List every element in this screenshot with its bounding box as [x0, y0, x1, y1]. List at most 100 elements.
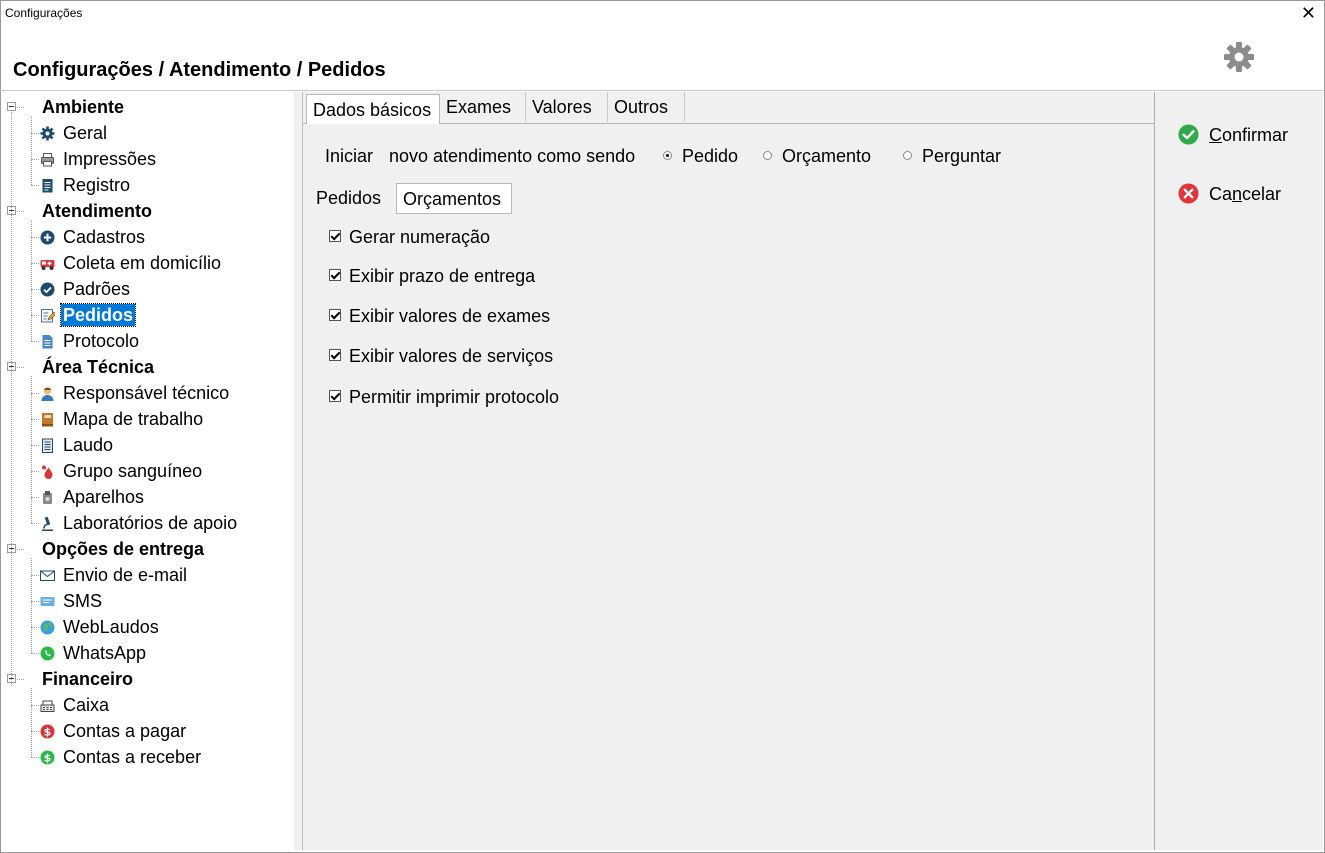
subtab-2[interactable]: Orçamentos [396, 183, 512, 213]
cash-register-icon [40, 700, 55, 712]
close-icon[interactable]: ✕ [1301, 3, 1316, 23]
tab-3[interactable]: Valores [526, 92, 608, 122]
tree-item-label: Contas a pagar [63, 721, 187, 741]
printer-icon [41, 153, 54, 167]
radio-label[interactable]: Perguntar [922, 143, 1001, 169]
tree-connector [31, 116, 32, 185]
tab-label: Valores [532, 97, 592, 117]
tree-connector [17, 367, 24, 368]
dollar-red-icon: $ [40, 724, 55, 739]
check-circle-icon [40, 282, 55, 297]
person-icon [41, 387, 54, 401]
tree-item-label: Pedidos [59, 303, 137, 327]
collapse-icon[interactable] [7, 102, 16, 111]
checkbox[interactable] [329, 349, 341, 361]
tree-item-label: Caixa [63, 695, 110, 715]
tree-connector [31, 159, 39, 160]
ambulance-icon [40, 260, 55, 270]
tree-connector [31, 757, 39, 758]
checkbox-label[interactable]: Permitir imprimir protocolo [349, 384, 559, 410]
gear-icon[interactable] [1222, 40, 1256, 74]
tree-connector [31, 220, 32, 341]
tree-item-label: Laboratórios de apoio [63, 513, 238, 533]
tree-group-label: Financeiro [42, 669, 134, 689]
window-title: Configurações [5, 6, 83, 20]
radio-button[interactable] [903, 151, 912, 160]
tree-item-label: Responsável técnico [63, 383, 230, 403]
tab-1[interactable]: Dados básicos [306, 94, 440, 124]
tree-item-label: Aparelhos [63, 487, 145, 507]
tree-connector [17, 211, 24, 212]
x-circle-red-icon [1178, 183, 1199, 204]
tree-connector [17, 107, 24, 108]
tree-scrollbar[interactable] [294, 92, 303, 850]
tree-item-label: Coleta em domicílio [63, 253, 222, 273]
tree-connector [17, 549, 24, 550]
tree-item-label: Grupo sanguíneo [63, 461, 203, 481]
tree-item-label: Padrões [63, 279, 131, 299]
checkbox[interactable] [329, 269, 341, 281]
radio-label[interactable]: Orçamento [782, 143, 871, 169]
page-title: Configurações / Atendimento / Pedidos [13, 59, 386, 81]
tree-connector [31, 419, 39, 420]
confirm-label: onfirmar [1222, 125, 1289, 145]
svg-text:$: $ [44, 752, 52, 765]
cancel-accelerator: n [1232, 184, 1243, 204]
file-icon [42, 335, 53, 349]
gear-icon [40, 126, 55, 141]
tree-connector [31, 185, 39, 186]
document-icon [42, 179, 53, 193]
tab-label: Exames [446, 97, 512, 117]
tree-connector [31, 445, 39, 446]
tree-connector [31, 289, 39, 290]
cancel-label-pre: Ca [1209, 184, 1233, 204]
subtab-1[interactable]: Pedidos [310, 183, 390, 213]
tree-item-label: WebLaudos [63, 617, 159, 637]
checkbox-label[interactable]: Exibir prazo de entrega [349, 263, 535, 289]
tree-connector [31, 376, 32, 523]
tree-connector [31, 341, 39, 342]
book-icon [42, 413, 53, 427]
checkbox-label[interactable]: Exibir valores de serviços [349, 343, 553, 369]
tree-connector [31, 653, 39, 654]
checkbox[interactable] [329, 309, 341, 321]
confirm-accelerator: C [1209, 125, 1222, 145]
checkbox-label[interactable]: Exibir valores de exames [349, 303, 550, 329]
edit-document-icon [41, 309, 55, 323]
tree-connector [31, 497, 39, 498]
tree-item-label: WhatsApp [63, 643, 147, 663]
checkbox[interactable] [329, 390, 341, 402]
tree-item-label: Cadastros [63, 227, 146, 247]
checkbox-label[interactable]: Gerar numeração [349, 224, 490, 250]
settings-tree[interactable]: Ambiente Geral Impressões Registro Atendimen… [2, 92, 295, 850]
subtab-label: Pedidos [316, 188, 382, 208]
plus-circle-icon [40, 230, 55, 245]
tree-connector [31, 731, 39, 732]
check-circle-green-icon [1178, 124, 1199, 145]
tree-item-label: Laudo [63, 435, 114, 455]
envelope-icon [40, 570, 55, 581]
tree-connector [31, 393, 39, 394]
tree-group-label: Atendimento [42, 201, 152, 221]
tree-group-label: Opções de entrega [42, 539, 205, 559]
tree-item-label: Impressões [63, 149, 157, 169]
whatsapp-icon [40, 646, 55, 661]
tree-group-label: Ambiente [42, 97, 125, 117]
tree-item-label: Contas a receber [63, 747, 202, 767]
tree-connector [31, 315, 39, 316]
tab-2[interactable]: Exames [440, 92, 526, 122]
tree-item-label: Envio de e-mail [63, 565, 188, 585]
checkbox[interactable] [329, 230, 341, 242]
tree-connector [31, 237, 39, 238]
report-icon [42, 438, 53, 453]
tab-4[interactable]: Outros [608, 92, 685, 122]
sms-icon [40, 597, 55, 606]
radio-label[interactable]: Pedido [682, 143, 738, 169]
tree-connector [31, 627, 39, 628]
svg-text:$: $ [44, 726, 52, 739]
radio-button[interactable] [663, 151, 672, 160]
cancel-label: celar [1242, 184, 1282, 204]
header-separator [0, 90, 1323, 91]
radio-button[interactable] [763, 151, 772, 160]
tree-item-label: SMS [63, 591, 103, 611]
